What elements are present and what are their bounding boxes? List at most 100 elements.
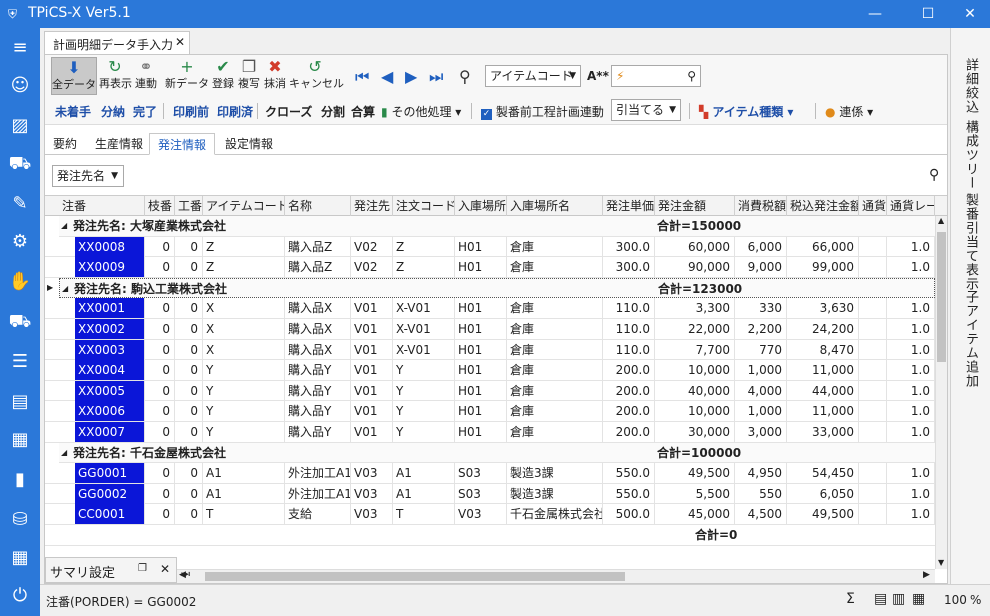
search-field-select[interactable]: アイテムコード ▼ xyxy=(485,65,581,87)
table-cell[interactable] xyxy=(859,298,887,319)
maximize-button[interactable]: ☐ xyxy=(913,4,943,24)
table-cell[interactable]: Z xyxy=(203,236,285,257)
table-cell[interactable]: Y xyxy=(203,401,285,422)
merge-button[interactable]: 合算 xyxy=(351,103,375,120)
table-row[interactable]: XX0007 0 0 Y 購入品Y V01 Y H01 倉庫 200.0 30,000 3,000 33… xyxy=(45,422,935,443)
search-icon[interactable]: ⚲ xyxy=(929,167,939,183)
column-header[interactable]: 注文コード xyxy=(393,196,455,216)
rightbar-detail-filter[interactable]: 詳細絞込 xyxy=(961,58,980,114)
tab-summary[interactable]: 要約 xyxy=(45,133,85,155)
table-cell[interactable]: 倉庫 xyxy=(507,298,603,319)
table-cell[interactable]: XX0003 xyxy=(75,339,145,360)
table-cell[interactable]: 9,000 xyxy=(735,257,787,278)
document-tab[interactable]: 計画明細データ手入力 ✕ xyxy=(44,31,190,55)
robot-icon[interactable]: ☺ xyxy=(8,74,32,98)
table-cell[interactable]: 購入品Y xyxy=(285,422,351,442)
building-icon[interactable]: ▦ xyxy=(8,428,32,452)
table-cell[interactable]: 6,050 xyxy=(787,483,859,504)
table-cell[interactable]: 0 xyxy=(145,298,175,319)
table-cell[interactable]: 製造3課 xyxy=(507,463,603,484)
table-cell[interactable]: 購入品X xyxy=(285,298,351,319)
table-cell[interactable]: XX0006 xyxy=(75,401,145,422)
table-cell[interactable]: 2,200 xyxy=(735,319,787,339)
detail-view-icon[interactable]: ▥ xyxy=(892,591,905,607)
table-cell[interactable]: 10,000 xyxy=(655,401,735,422)
table-cell[interactable]: Y xyxy=(203,380,285,401)
close-icon[interactable]: ✕ xyxy=(160,562,170,576)
table-cell[interactable]: 3,300 xyxy=(655,298,735,319)
table-cell[interactable]: A1 xyxy=(393,463,455,484)
other-process-menu[interactable]: ▮ その他処理 ▾ xyxy=(381,103,461,120)
table-cell[interactable]: XX0007 xyxy=(75,422,145,442)
table-cell[interactable]: 200.0 xyxy=(603,422,655,442)
redisplay-button[interactable]: ↻ 再表示 xyxy=(99,57,132,95)
table-cell[interactable]: H01 xyxy=(455,319,507,339)
link-button[interactable]: ⚭ 連動 xyxy=(133,57,159,95)
table-cell[interactable]: A1 xyxy=(203,463,285,484)
table-cell[interactable]: H01 xyxy=(455,339,507,360)
column-header[interactable]: アイテムコード xyxy=(203,196,285,216)
tab-purchase[interactable]: 発注情報 xyxy=(149,133,216,155)
column-header[interactable]: 通貨 xyxy=(859,196,887,216)
table-cell[interactable]: X xyxy=(203,298,285,319)
not-started-button[interactable]: 未着手 xyxy=(55,103,91,120)
column-header[interactable]: 税込発注金額 xyxy=(787,196,859,216)
table-cell[interactable]: T xyxy=(203,504,285,525)
table-cell[interactable]: H01 xyxy=(455,380,507,401)
scroll-first-icon[interactable]: ⏭ xyxy=(181,569,190,580)
table-cell[interactable]: 90,000 xyxy=(655,257,735,278)
collapse-icon[interactable]: ◢ xyxy=(61,443,67,463)
table-cell[interactable]: A1 xyxy=(203,483,285,504)
table-cell[interactable]: 倉庫 xyxy=(507,422,603,442)
table-cell[interactable]: 30,000 xyxy=(655,422,735,442)
tab-production[interactable]: 生産情報 xyxy=(87,133,151,155)
table-cell[interactable] xyxy=(859,380,887,401)
table-cell[interactable]: GG0001 xyxy=(75,463,145,484)
vertical-scrollbar[interactable]: ▲ ▼ xyxy=(935,216,947,569)
tab-settings[interactable]: 設定情報 xyxy=(217,133,281,155)
table-cell[interactable]: V02 xyxy=(351,236,393,257)
table-cell[interactable]: 8,470 xyxy=(787,339,859,360)
table-cell[interactable]: 1.0 xyxy=(887,422,935,442)
summary-settings-panel[interactable]: サマリ設定 ❐ ✕ xyxy=(45,557,177,583)
table-cell[interactable]: T xyxy=(393,504,455,525)
table-cell[interactable]: X xyxy=(203,319,285,339)
table-cell[interactable]: A1 xyxy=(393,483,455,504)
table-cell[interactable]: V03 xyxy=(351,483,393,504)
table-cell[interactable]: 49,500 xyxy=(655,463,735,484)
table-row[interactable]: XX0003 0 0 X 購入品X V01 X-V01 H01 倉庫 110.0 7,700 770 8… xyxy=(45,339,935,361)
handshake-icon[interactable]: ✋ xyxy=(8,270,32,294)
table-cell[interactable]: V01 xyxy=(351,422,393,442)
table-row[interactable]: XX0006 0 0 Y 購入品Y V01 Y H01 倉庫 200.0 10,000 1,000 11… xyxy=(45,401,935,422)
list-view-icon[interactable]: ▤ xyxy=(874,591,887,607)
table-cell[interactable]: V01 xyxy=(351,339,393,360)
factory-icon[interactable]: ▦ xyxy=(8,546,32,570)
table-cell[interactable]: 0 xyxy=(175,422,203,442)
table-cell[interactable]: Y xyxy=(393,422,455,442)
table-cell[interactable]: 倉庫 xyxy=(507,360,603,381)
table-cell[interactable] xyxy=(859,236,887,257)
close-icon[interactable]: ✕ xyxy=(175,35,185,49)
column-header[interactable]: 入庫場所 xyxy=(455,196,507,216)
table-cell[interactable]: V01 xyxy=(351,360,393,381)
table-cell[interactable]: 110.0 xyxy=(603,339,655,360)
table-cell[interactable]: 3,000 xyxy=(735,422,787,442)
table-cell[interactable]: 11,000 xyxy=(787,360,859,381)
done-button[interactable]: 完了 xyxy=(133,103,157,120)
column-header[interactable]: 発注金額 xyxy=(655,196,735,216)
table-cell[interactable]: Y xyxy=(393,380,455,401)
table-cell[interactable]: 1.0 xyxy=(887,360,935,381)
table-cell[interactable] xyxy=(859,319,887,339)
table-cell[interactable]: 770 xyxy=(735,339,787,360)
table-cell[interactable]: 0 xyxy=(145,504,175,525)
table-cell[interactable]: Z xyxy=(203,257,285,278)
column-header[interactable]: 工番 xyxy=(175,196,203,216)
binoculars-icon[interactable]: ⚲ xyxy=(459,67,471,86)
database-gear-icon[interactable]: ⛁ xyxy=(8,508,32,532)
table-cell[interactable]: 購入品X xyxy=(285,339,351,360)
table-cell[interactable]: 購入品Y xyxy=(285,380,351,401)
table-cell[interactable]: V01 xyxy=(351,401,393,422)
table-cell[interactable]: 60,000 xyxy=(655,236,735,257)
minimize-button[interactable]: — xyxy=(860,4,890,24)
table-cell[interactable]: S03 xyxy=(455,463,507,484)
